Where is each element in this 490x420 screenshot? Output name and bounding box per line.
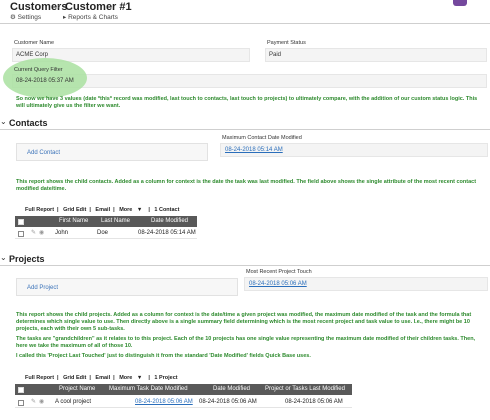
add-contact-button[interactable]: Add Contact [16,143,208,161]
contacts-full-report-link[interactable]: Full Report [25,207,54,213]
projects-email-link[interactable]: Email [95,375,110,381]
projects-table-header: Project Name Maximum Task Date Modified … [15,384,352,395]
contacts-table-header: First Name Last Name Date Modified [15,216,197,227]
breadcrumb-chevron-icon: › [57,1,61,12]
contacts-section-title[interactable]: Contacts [9,118,48,128]
recent-project-touch-label: Most Recent Project Touch [246,269,312,275]
contacts-collapse-icon[interactable]: ⌄ [0,117,7,126]
contacts-col-last-name[interactable]: Last Name [101,216,130,227]
projects-col-last-modified[interactable]: Project or Tasks Last Modified [265,384,345,395]
projects-section-title[interactable]: Projects [9,254,45,264]
projects-report-toolbar: Full Report | Grid Edit | Email | More ▼ | 1… [25,375,178,381]
header-divider [0,23,490,24]
max-contact-date-label: Maximum Contact Date Modified [222,135,302,141]
project-date-modified: 08-24-2018 05:06 AM [199,399,257,405]
recent-project-touch-field: 08-24-2018 05:06 AM [244,277,488,291]
record-title: Customer #1 [65,1,132,13]
projects-col-max-task-date[interactable]: Maximum Task Date Modified [109,384,188,395]
projects-col-name[interactable]: Project Name [59,384,95,395]
add-project-label: Add Project [27,285,59,291]
projects-more-menu[interactable]: More ▼ [119,375,145,381]
edit-pencil-icon[interactable]: ✎ [31,228,36,239]
projects-note-3: I called this 'Project Last Touched' jus… [16,353,311,359]
add-project-button[interactable]: Add Project [16,278,238,296]
projects-full-report-link[interactable]: Full Report [25,375,54,381]
payment-status-value: Paid [269,52,282,58]
table-row[interactable]: ✎ ◉ A cool project 08-24-2018 05:06 AM 0… [15,397,352,408]
caret-down-icon: ▼ [136,375,143,381]
add-contact-label: Add Contact [27,150,61,156]
contact-date-modified: 08-24-2018 05:14 AM [138,230,196,236]
project-max-task-date[interactable]: 08-24-2018 05:06 AM [135,397,193,408]
settings-label: Settings [17,14,42,21]
settings-link[interactable]: ⚙ Settings [10,13,41,21]
customer-note: So now we have 3 values (date *this* rec… [16,96,478,109]
projects-more-label: More [119,375,133,381]
row-checkbox[interactable] [18,399,24,406]
payment-status-field: Paid [265,48,487,62]
projects-grid-edit-link[interactable]: Grid Edit [63,375,86,381]
contacts-grid-edit-link[interactable]: Grid Edit [63,207,86,213]
projects-note-1: This report shows the child projects. Ad… [16,312,472,332]
contacts-col-first-name[interactable]: First Name [59,216,88,227]
contact-last-name: Doe [97,230,109,236]
projects-col-date-modified[interactable]: Date Modified [213,384,250,395]
contacts-select-all-checkbox[interactable] [18,218,24,225]
contacts-more-label: More [119,207,133,213]
table-row[interactable]: ✎ ◉ John Doe 08-24-2018 05:14 AM [15,228,197,239]
projects-divider [0,265,490,266]
view-eye-icon[interactable]: ◉ [39,397,44,408]
contacts-email-link[interactable]: Email [95,207,110,213]
purple-menu-tab[interactable] [453,0,467,6]
row-checkbox[interactable] [18,230,24,237]
reports-label: Reports & Charts [68,14,118,21]
contact-first-name: John [55,230,69,236]
max-contact-date-value[interactable]: 08-24-2018 05:14 AM [225,147,283,153]
reports-link[interactable]: ▸ Reports & Charts [63,13,118,21]
contacts-more-menu[interactable]: More ▼ [119,207,145,213]
contacts-count: 1 Contact [154,207,180,213]
contacts-note: This report shows the child contacts. Ad… [16,179,477,192]
recent-project-touch-value[interactable]: 08-24-2018 05:06 AM [249,281,307,287]
max-contact-date-field: 08-24-2018 05:14 AM [220,143,488,157]
query-filter-value: 08-24-2018 05:37 AM [16,78,74,84]
projects-select-all-checkbox[interactable] [18,386,24,393]
query-filter-label: Current Query Filter [14,67,63,73]
caret-right-icon: ▸ [63,14,67,21]
project-name: A cool project [55,399,92,405]
projects-collapse-icon[interactable]: ⌄ [0,253,7,262]
payment-status-label: Payment Status [267,40,306,46]
caret-down-icon: ▼ [136,207,143,213]
project-last-modified: 08-24-2018 05:06 AM [285,399,343,405]
view-eye-icon[interactable]: ◉ [39,228,44,239]
edit-pencil-icon[interactable]: ✎ [31,397,36,408]
contacts-report-toolbar: Full Report | Grid Edit | Email | More ▼ | 1… [25,207,180,213]
projects-count: 1 Project [154,375,178,381]
gear-icon: ⚙ [10,14,16,21]
contacts-col-date-modified[interactable]: Date Modified [151,216,188,227]
contacts-divider [0,129,490,130]
projects-note-2: The tasks are "grandchildren" as it rela… [16,336,476,349]
customer-name-label: Customer Name [14,40,55,46]
